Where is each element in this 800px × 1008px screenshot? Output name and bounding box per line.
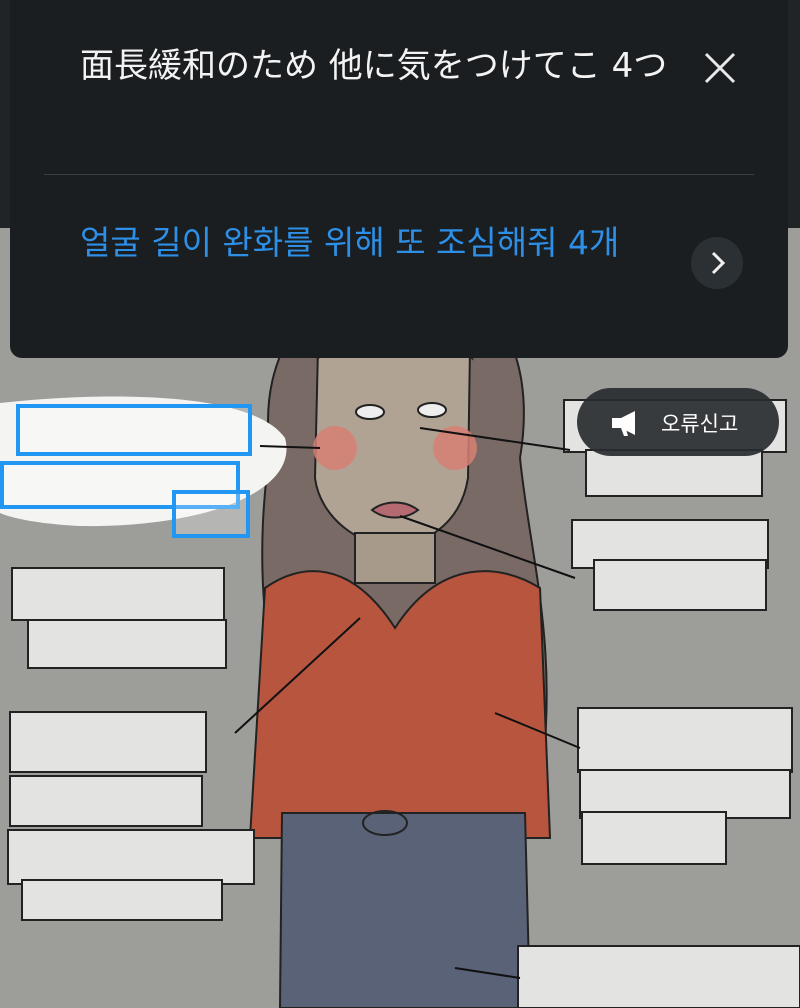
report-error-button[interactable]: 오류신고 xyxy=(577,388,779,456)
translated-text: 얼굴 길이 완화를 위해 또 조심해줘 4개 xyxy=(80,223,620,262)
close-icon[interactable] xyxy=(700,48,740,88)
text-highlight-box xyxy=(172,490,250,538)
text-highlight-box xyxy=(16,404,252,456)
chevron-right-icon[interactable] xyxy=(691,237,743,289)
megaphone-icon xyxy=(609,408,643,438)
original-text: 面長緩和のため 他に気をつけてこ 4つ xyxy=(80,46,668,86)
translation-panel: 面長緩和のため 他に気をつけてこ 4つ 얼굴 길이 완화를 위해 또 조심해줘 … xyxy=(10,0,788,358)
divider xyxy=(44,174,754,175)
report-error-label: 오류신고 xyxy=(661,412,739,436)
